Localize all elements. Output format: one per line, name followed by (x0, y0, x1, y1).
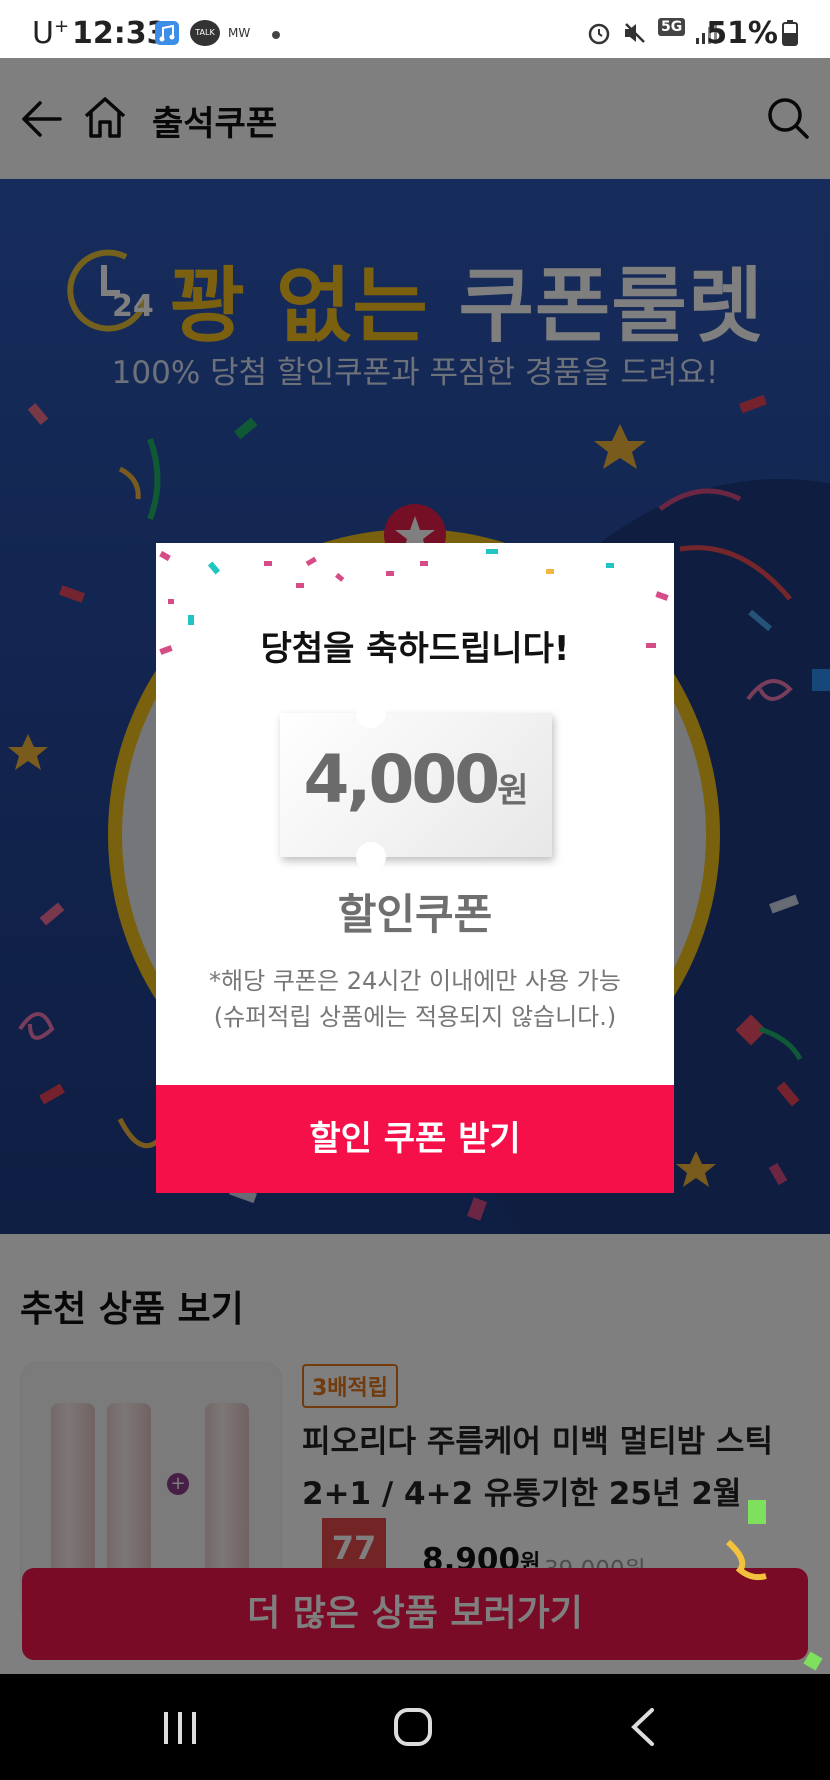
get-coupon-button[interactable]: 할인 쿠폰 받기 (156, 1085, 674, 1193)
alarm-icon (588, 23, 610, 45)
system-nav-bar (0, 1674, 830, 1780)
coupon-win-modal: 당첨을 축하드립니다! 4,000원 할인쿠폰 *해당 쿠폰은 24시간 이내에… (156, 543, 674, 1193)
carrier-label: U+ (32, 16, 70, 51)
coupon-type: 할인쿠폰 (337, 890, 493, 939)
coupon-amount: 4,000원 (303, 741, 529, 818)
ticket-notch (356, 698, 386, 728)
ticket-notch (356, 842, 386, 872)
coupon-note-line1: *해당 쿠폰은 24시간 이내에만 사용 가능 (209, 967, 621, 995)
battery-level: 51% (706, 16, 778, 51)
mw-icon: MW (228, 26, 251, 40)
kakaotalk-icon: TALK (190, 20, 220, 46)
dot-icon (272, 31, 280, 39)
network-5g-icon: 5G (658, 18, 686, 36)
coupon-note: *해당 쿠폰은 24시간 이내에만 사용 가능 (슈퍼적립 상품에는 적용되지 … (156, 963, 674, 1035)
congrats-title: 당첨을 축하드립니다! (260, 629, 570, 669)
mute-icon (625, 23, 645, 43)
music-app-icon (155, 21, 179, 45)
nav-back-button[interactable] (628, 1706, 658, 1748)
overlay-confetti (725, 1500, 823, 1671)
coupon-note-line2: (슈퍼적립 상품에는 적용되지 않습니다.) (213, 1003, 617, 1031)
recents-button[interactable] (160, 1710, 200, 1746)
home-circle-button[interactable] (392, 1706, 434, 1748)
battery-icon (782, 20, 798, 46)
coupon-ticket: 4,000원 (280, 698, 552, 872)
status-bar: U+ 12:33 TALK MW 5G 51% (0, 0, 830, 58)
